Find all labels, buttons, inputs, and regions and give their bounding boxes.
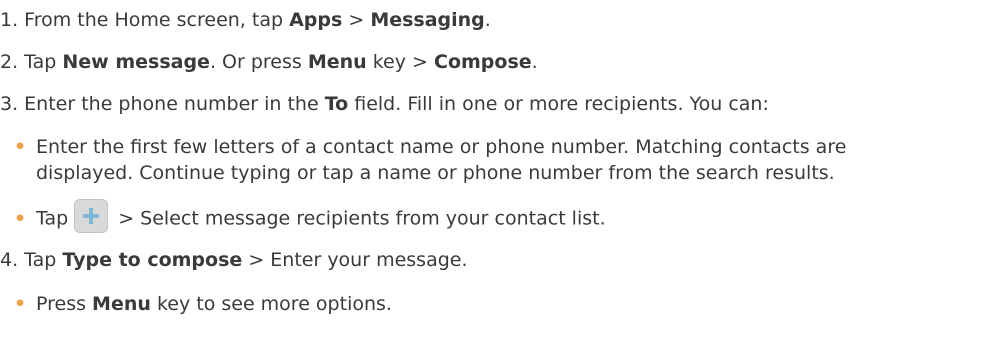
menu-key-label: Menu <box>92 293 151 315</box>
bullet-dot-icon: • <box>14 207 27 230</box>
bullet-3-prefix: Press <box>36 293 93 315</box>
step-2-text: 2. Tap <box>0 51 63 73</box>
bullet-1-continuation: displayed. Continue typing or tap a name… <box>36 161 835 185</box>
apps-label: Apps <box>289 9 343 31</box>
step-2-mid: . Or press <box>209 51 308 73</box>
add-recipient-icon <box>74 199 109 233</box>
step-4-text: 4. Tap <box>0 249 63 271</box>
menu-label: Menu <box>307 51 367 73</box>
bullet-2-prefix: Tap <box>36 207 69 230</box>
bullet-2-text: > Select message recipients from your co… <box>112 207 606 230</box>
step-1-text: 1. From the Home screen, tap <box>0 9 290 31</box>
to-label: To <box>324 93 349 115</box>
bullet-1: • Enter the first few letters of a contac… <box>14 135 846 159</box>
compose-label: Compose <box>434 51 532 73</box>
bullet-dot-icon: • <box>14 293 27 315</box>
step-3: 3. Enter the phone number in the To fiel… <box>0 92 769 116</box>
bullet-2: • Tap > Select message recipients from yo… <box>14 199 606 233</box>
new-message-label: New message <box>62 51 210 73</box>
step-3-suffix: field. Fill in one or more recipients. Y… <box>348 93 769 115</box>
step-1-suffix: . <box>484 9 491 31</box>
bullet-3: • Press Menu key to see more options. <box>14 292 392 316</box>
bullet-1-line-1: Enter the first few letters of a contact… <box>36 136 847 158</box>
step-2-mid2: key > <box>366 51 434 73</box>
bullet-dot-icon: • <box>14 136 27 158</box>
bullet-1-line-2: displayed. Continue typing or tap a name… <box>36 162 835 184</box>
step-1-separator: > <box>342 9 371 31</box>
bullet-3-suffix: key to see more options. <box>150 293 392 315</box>
messaging-label: Messaging <box>370 9 485 31</box>
step-2: 2. Tap New message. Or press Menu key > … <box>0 50 538 74</box>
step-4-suffix: > Enter your message. <box>242 249 468 271</box>
step-4: 4. Tap Type to compose > Enter your mess… <box>0 248 468 272</box>
type-to-compose-label: Type to compose <box>62 249 243 271</box>
step-3-text: 3. Enter the phone number in the <box>0 93 325 115</box>
step-2-suffix: . <box>531 51 538 73</box>
step-1: 1. From the Home screen, tap Apps > Mess… <box>0 8 491 32</box>
